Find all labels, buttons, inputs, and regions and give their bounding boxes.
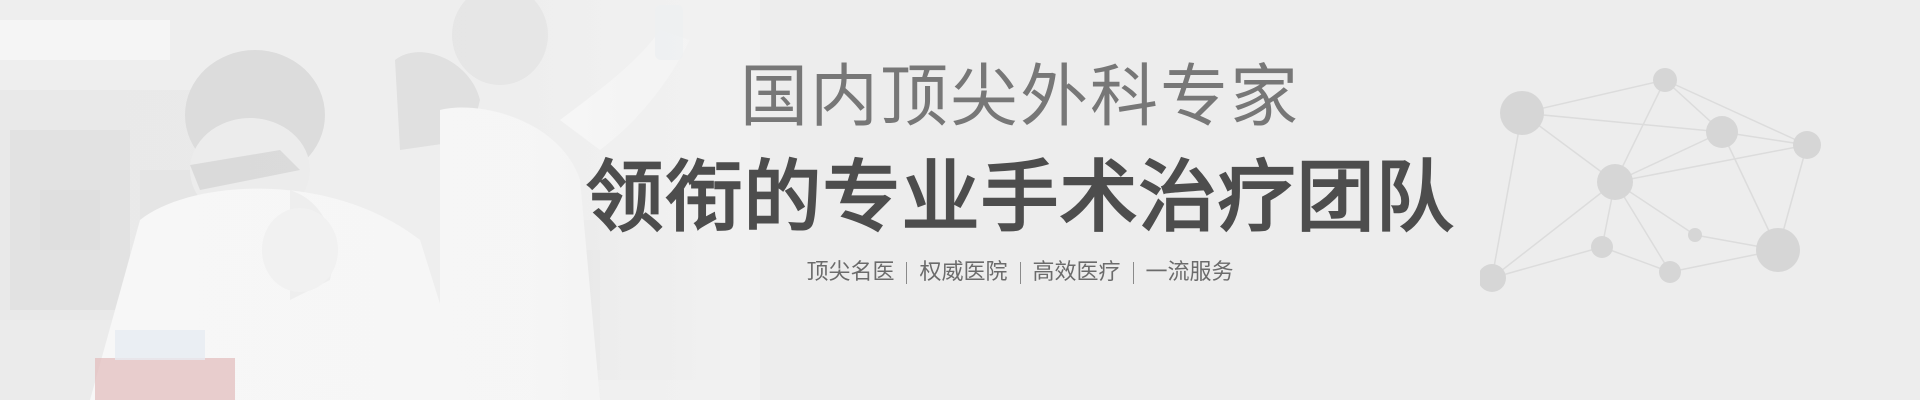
tagline-separator xyxy=(1132,262,1134,284)
headline-subtitle: 领衔的专业手术治疗团队 xyxy=(585,153,1455,243)
tagline-separator xyxy=(906,262,908,284)
headline-block: 国内顶尖外科专家 领衔的专业手术治疗团队 顶尖名医 权威医院 高效医疗 一流服务 xyxy=(0,0,1920,400)
tagline-item: 高效医疗 xyxy=(1032,260,1121,285)
tagline-item: 顶尖名医 xyxy=(806,260,895,285)
tagline-item: 权威医院 xyxy=(919,260,1008,285)
tagline-separator xyxy=(1019,262,1021,284)
hero-banner: 国内顶尖外科专家 领衔的专业手术治疗团队 顶尖名医 权威医院 高效医疗 一流服务 xyxy=(0,0,1920,400)
service-tagline: 顶尖名医 权威医院 高效医疗 一流服务 xyxy=(720,258,1320,288)
headline-title: 国内顶尖外科专家 xyxy=(739,58,1300,137)
tagline-item: 一流服务 xyxy=(1145,260,1234,285)
